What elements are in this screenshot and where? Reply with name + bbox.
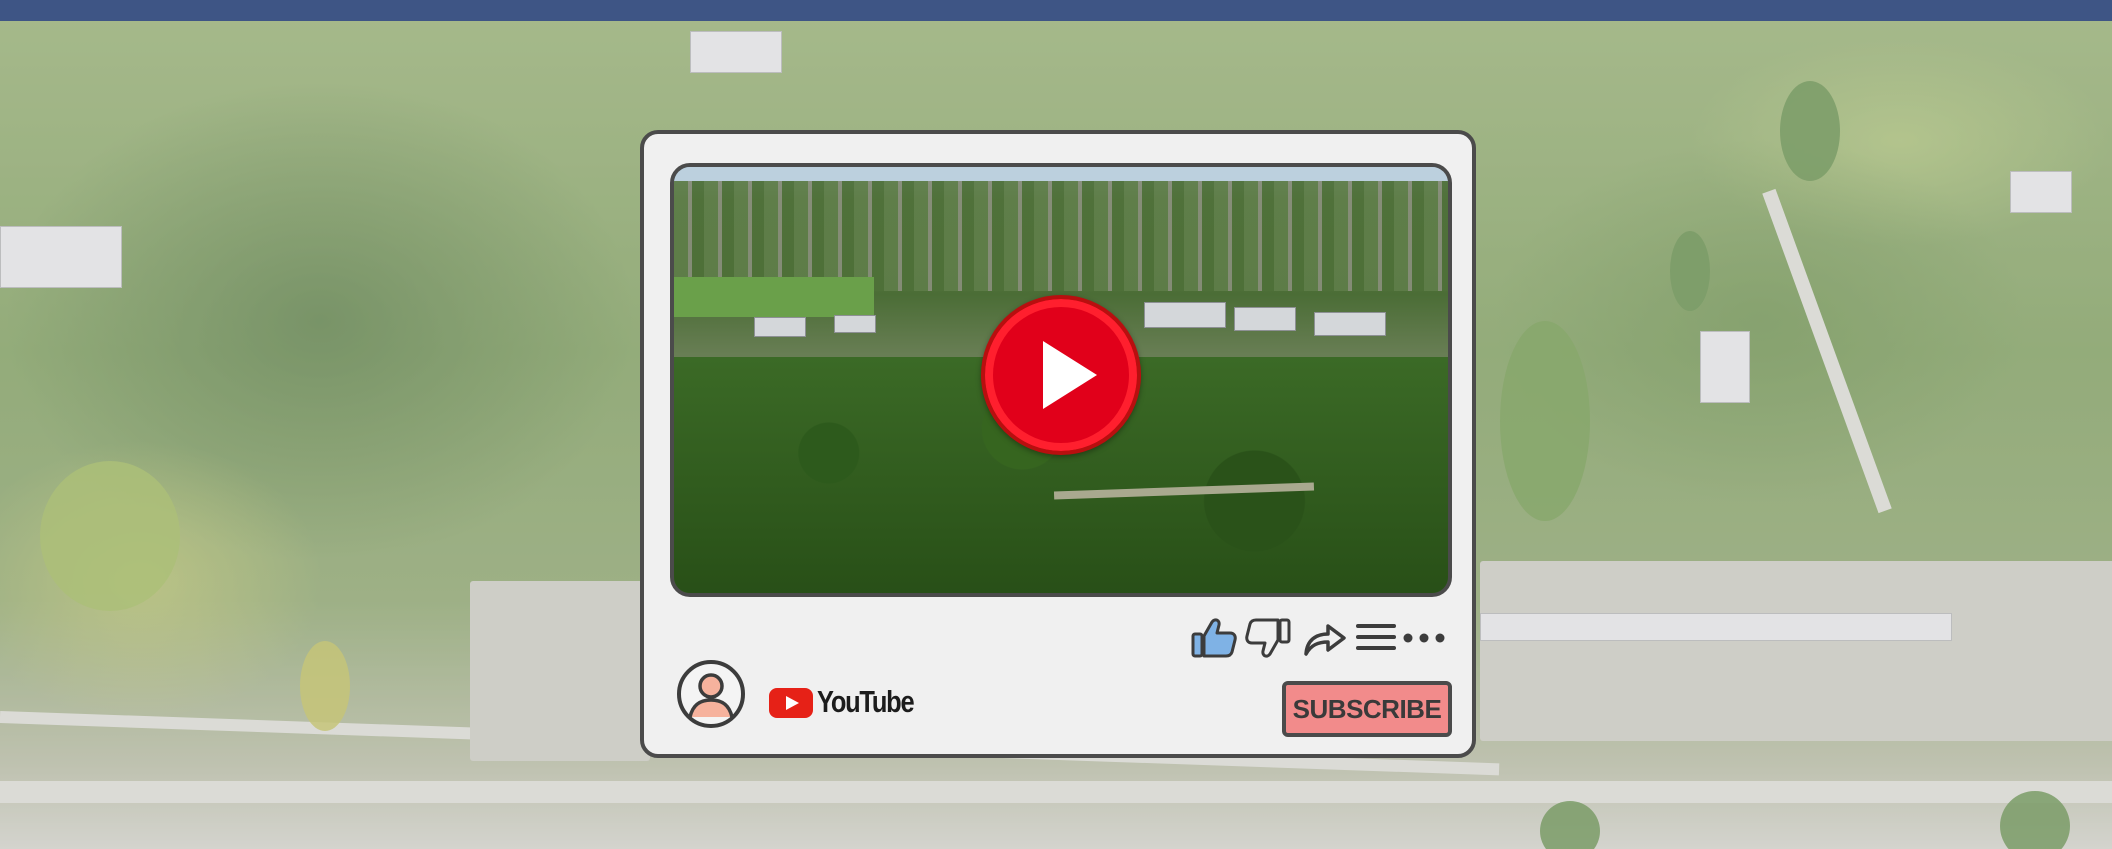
thumbs-up-icon [1191,618,1237,658]
youtube-logo-text: YouTube [817,684,915,719]
top-bar [0,0,2112,21]
thumbs-down-icon [1245,618,1291,658]
playlist-button[interactable] [1352,614,1400,662]
video-thumbnail[interactable] [670,163,1452,597]
youtube-logo-icon [769,688,813,718]
like-button[interactable] [1190,614,1238,662]
share-arrow-icon [1304,624,1346,656]
play-button[interactable] [981,295,1141,455]
video-actions [1190,614,1450,664]
channel-avatar[interactable] [676,659,746,729]
play-icon [1043,341,1097,409]
user-avatar-icon [677,660,745,728]
more-dots-icon [1403,633,1445,643]
share-button[interactable] [1300,614,1348,662]
more-button[interactable] [1400,614,1448,662]
dislike-button[interactable] [1244,614,1292,662]
subscribe-button[interactable]: SUBSCRIBE [1282,681,1452,737]
menu-lines-icon [1356,624,1396,650]
video-player-card: YouTube SUBSCRIBE [640,130,1476,758]
